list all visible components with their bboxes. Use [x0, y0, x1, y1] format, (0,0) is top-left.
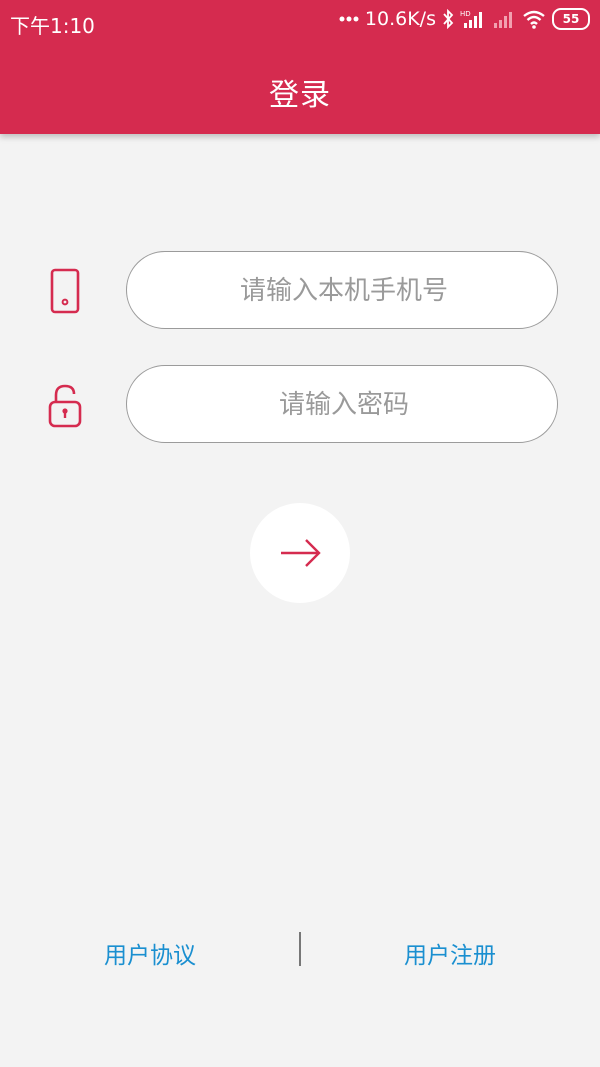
status-time: 下午1:10 [10, 14, 95, 38]
more-dots-icon [339, 16, 359, 22]
password-input[interactable] [127, 366, 561, 444]
battery-icon: 55 [552, 8, 590, 30]
phone-input[interactable] [127, 252, 561, 330]
user-register-link[interactable]: 用户注册 [350, 936, 550, 970]
phone-input-wrapper [126, 251, 561, 330]
status-right-group: 10.6K/s HD 55 [339, 8, 590, 30]
footer-divider [299, 932, 301, 966]
bluetooth-icon [443, 9, 454, 29]
phone-row [0, 251, 600, 331]
hd-signal-icon: HD [460, 10, 482, 28]
unlock-icon [48, 384, 82, 428]
user-agreement-link[interactable]: 用户协议 [50, 936, 250, 970]
page-title: 登录 [269, 78, 331, 113]
signal-icon [494, 12, 512, 28]
password-input-wrapper [126, 365, 561, 444]
arrow-right-icon [281, 539, 321, 567]
svg-text:HD: HD [460, 10, 471, 18]
status-net-speed: 10.6K/s [364, 8, 436, 30]
status-bar: 下午1:10 10.6K/s HD 55 [0, 0, 600, 44]
login-submit-button[interactable] [250, 503, 350, 603]
app-bar: 下午1:10 10.6K/s HD 55 登录 [0, 0, 600, 134]
phone-icon [50, 268, 80, 314]
password-row [0, 365, 600, 445]
wifi-icon [523, 10, 545, 29]
